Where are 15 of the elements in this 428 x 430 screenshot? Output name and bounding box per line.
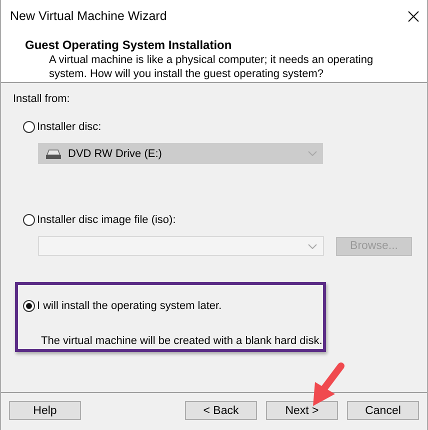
wizard-button[interactable]: Cancel [347,401,419,420]
radio-button[interactable] [23,300,35,312]
dropdown-caret-icon [308,151,317,156]
option-note: The virtual machine will be created with a blank hard disk. [41,334,322,348]
window-title: New Virtual Machine Wizard [10,9,167,23]
wizard-button[interactable]: Next > [266,401,338,420]
radio-label[interactable]: I will install the operating system later. [37,300,222,312]
section-description: A virtual machine is like a physical computer; it needs an operating system. How will you install the guest operating system? [49,53,374,81]
install-from-label: Install from: [13,92,70,107]
disc-drive-icon [44,148,62,160]
dropdown-caret-icon [308,244,317,248]
wizard-button[interactable]: < Back [185,401,257,420]
close-icon[interactable] [408,10,419,22]
help-button[interactable]: Help [9,401,81,420]
section-title: Guest Operating System Installation [25,37,233,53]
